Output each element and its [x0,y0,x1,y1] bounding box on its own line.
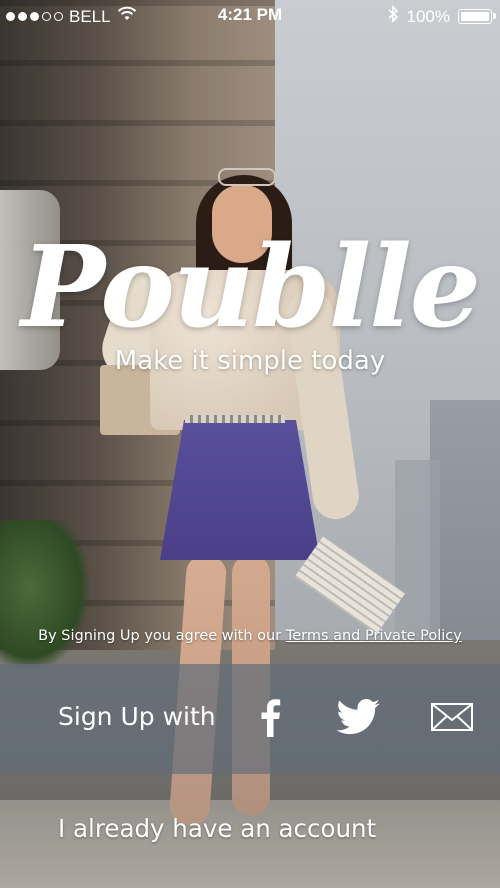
twitter-icon [336,699,380,739]
login-label: I already have an account [58,814,377,843]
app-logo: Poublle [20,222,481,353]
facebook-signup-button[interactable] [250,694,290,744]
status-bar: BELL 4:21 PM 100% [0,0,500,30]
bluetooth-icon [387,5,399,28]
mail-icon [431,703,473,735]
tagline: Make it simple today [114,346,386,376]
signup-panel: Sign Up with [0,664,500,774]
terms-notice: By Signing Up you agree with our Terms a… [0,628,500,644]
email-signup-button[interactable] [428,694,476,744]
battery-icon [458,9,496,24]
twitter-signup-button[interactable] [330,694,386,744]
signup-label: Sign Up with [58,702,216,731]
facebook-icon [258,697,282,741]
terms-link[interactable]: Terms and Private Policy [286,628,462,644]
battery-percent: 100% [406,6,450,26]
terms-prefix: By Signing Up you agree with our [38,628,282,644]
login-button[interactable]: I already have an account [0,774,500,888]
status-right: 100% [387,5,496,28]
